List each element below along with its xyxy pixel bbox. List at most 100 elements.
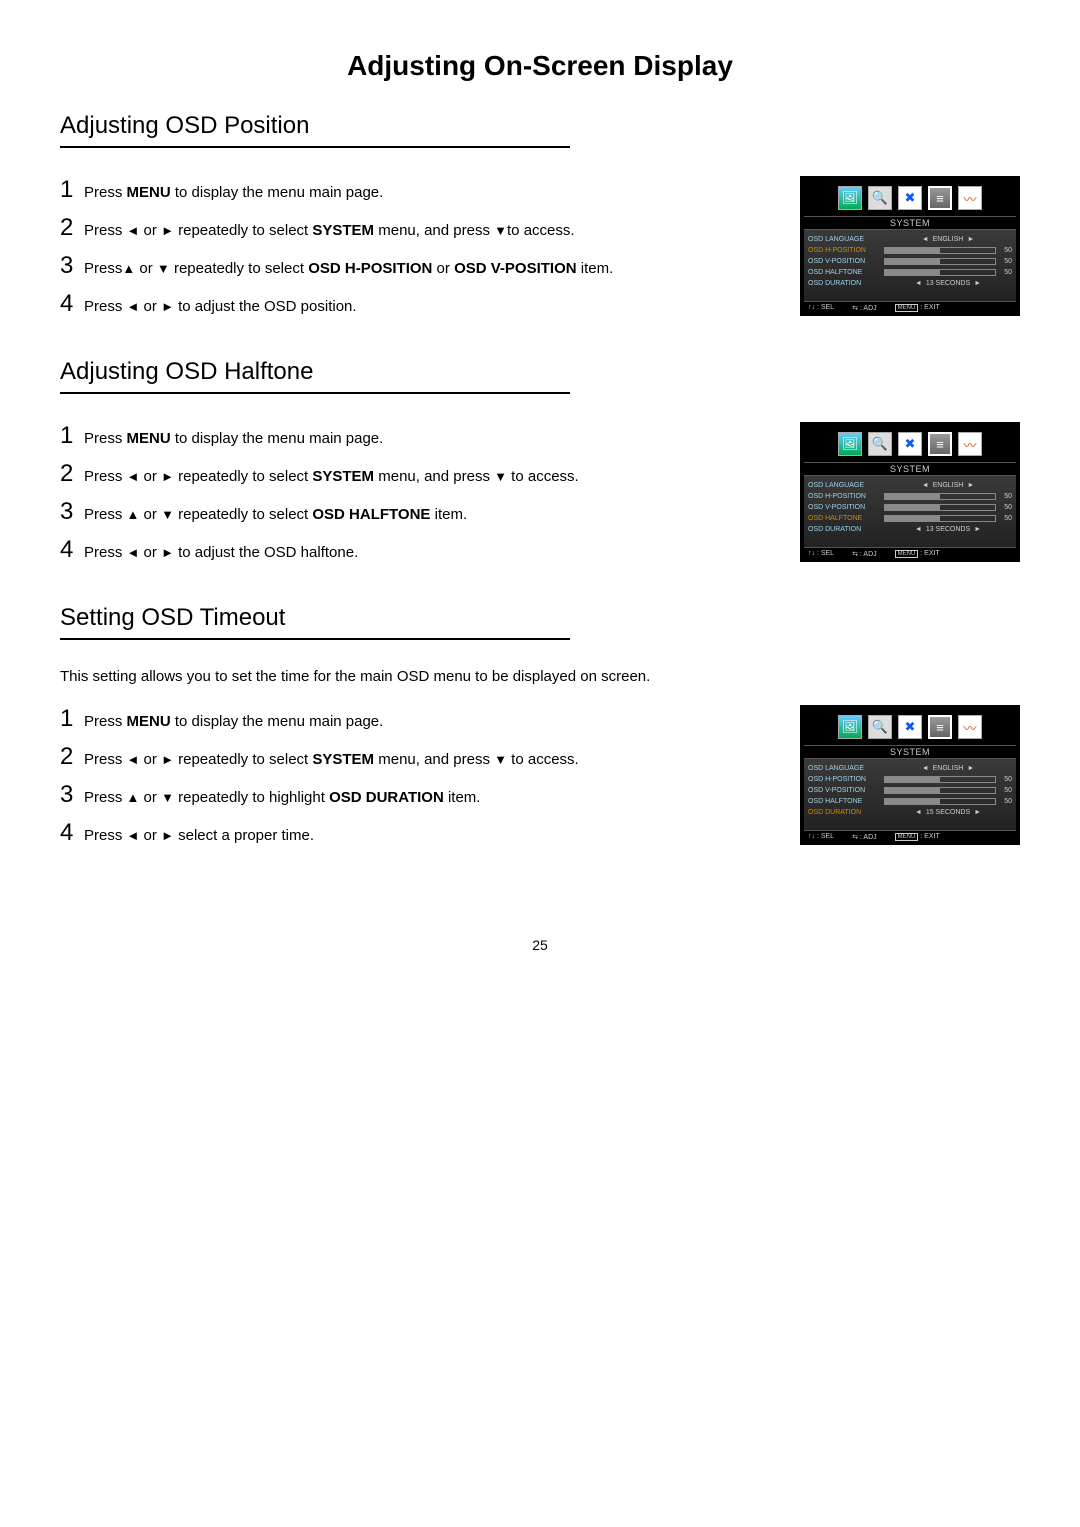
- step-text: Press ◄ or ► repeatedly to select SYSTEM…: [84, 218, 575, 241]
- left-arrow-icon: ◄: [127, 544, 140, 562]
- system-icon: ≡: [928, 186, 952, 210]
- leftright-icon: ⇆: [852, 305, 858, 312]
- slider: [884, 247, 996, 254]
- step-number: 3: [60, 781, 84, 809]
- left-arrow-icon: ◄: [915, 280, 922, 287]
- step-text: Press ▲ or ▼ repeatedly to highlight OSD…: [84, 785, 480, 808]
- loupe-icon: 🔍: [868, 432, 892, 456]
- menu-key-icon: MENU: [895, 833, 919, 841]
- osd-row-label: OSD DURATION: [808, 809, 884, 816]
- left-arrow-icon: ◄: [922, 765, 929, 772]
- slider-value: 50: [998, 776, 1012, 783]
- step: 1 Press MENU to display the menu main pa…: [60, 176, 776, 204]
- steps-osd-halftone: 1 Press MENU to display the menu main pa…: [60, 422, 776, 574]
- osd-language-value: ◄ENGLISH►: [884, 236, 1012, 243]
- osd-title: SYSTEM: [804, 216, 1016, 230]
- osd-language-value: ◄ENGLISH►: [884, 482, 1012, 489]
- osd-row-label: OSD V-POSITION: [808, 258, 884, 265]
- left-arrow-icon: ◄: [915, 809, 922, 816]
- step-number: 1: [60, 176, 84, 204]
- leftright-icon: ⇆: [852, 834, 858, 841]
- step: 1 Press MENU to display the menu main pa…: [60, 422, 776, 450]
- slider-value: 50: [998, 515, 1012, 522]
- left-arrow-icon: ◄: [922, 482, 929, 489]
- osd-row-label: OSD LANGUAGE: [808, 765, 884, 772]
- left-arrow-icon: ◄: [127, 468, 140, 486]
- osd-row-label: OSD DURATION: [808, 526, 884, 533]
- left-arrow-icon: ◄: [127, 827, 140, 845]
- osd-title: SYSTEM: [804, 745, 1016, 759]
- right-arrow-icon: ►: [974, 526, 981, 533]
- osd-panel-timeout: 🖼 🔍 ✖ ≡ 〰 SYSTEM OSD LANGUAGE◄ENGLISH► O…: [800, 705, 1020, 845]
- osd-row-label: OSD V-POSITION: [808, 787, 884, 794]
- page-title: Adjusting On-Screen Display: [60, 50, 1020, 82]
- step-text: Press ◄ or ► repeatedly to select SYSTEM…: [84, 464, 579, 487]
- step: 4 Press ◄ or ► to adjust the OSD positio…: [60, 290, 776, 318]
- audio-icon: 〰: [958, 715, 982, 739]
- heading-osd-halftone: Adjusting OSD Halftone: [60, 358, 1020, 386]
- left-arrow-icon: ◄: [915, 526, 922, 533]
- osd-footer: ↑↓ : SEL ⇆ : ADJ MENU : EXIT: [804, 301, 1016, 312]
- step: 1 Press MENU to display the menu main pa…: [60, 705, 776, 733]
- osd-tab-icons: 🖼 🔍 ✖ ≡ 〰: [804, 426, 1016, 462]
- right-arrow-icon: ►: [161, 222, 174, 240]
- updown-icon: ↑↓: [808, 304, 815, 311]
- osd-row-label: OSD LANGUAGE: [808, 236, 884, 243]
- slider: [884, 787, 996, 794]
- step-number: 1: [60, 422, 84, 450]
- picture-icon: 🖼: [838, 186, 862, 210]
- down-arrow-icon: ▼: [161, 789, 174, 807]
- step-text: Press MENU to display the menu main page…: [84, 709, 383, 732]
- osd-row-label: OSD H-POSITION: [808, 247, 884, 254]
- step-text: Press ◄ or ► to adjust the OSD position.: [84, 294, 357, 317]
- right-arrow-icon: ►: [161, 468, 174, 486]
- right-arrow-icon: ►: [974, 809, 981, 816]
- osd-title: SYSTEM: [804, 462, 1016, 476]
- slider: [884, 504, 996, 511]
- heading-osd-timeout: Setting OSD Timeout: [60, 604, 1020, 632]
- right-arrow-icon: ►: [161, 298, 174, 316]
- down-arrow-icon: ▼: [161, 506, 174, 524]
- osd-duration-value: ◄13 SECONDS►: [884, 526, 1012, 533]
- heading-osd-position: Adjusting OSD Position: [60, 112, 1020, 140]
- step-number: 2: [60, 460, 84, 488]
- osd-footer: ↑↓ : SEL ⇆ : ADJ MENU : EXIT: [804, 830, 1016, 841]
- heading-rule: [60, 638, 570, 640]
- steps-osd-position: 1 Press MENU to display the menu main pa…: [60, 176, 776, 328]
- step: 4 Press ◄ or ► to adjust the OSD halfton…: [60, 536, 776, 564]
- osd-panel-halftone: 🖼 🔍 ✖ ≡ 〰 SYSTEM OSD LANGUAGE◄ENGLISH► O…: [800, 422, 1020, 562]
- slider: [884, 258, 996, 265]
- step-number: 2: [60, 214, 84, 242]
- updown-icon: ↑↓: [808, 833, 815, 840]
- up-arrow-icon: ▲: [127, 789, 140, 807]
- step-text: Press MENU to display the menu main page…: [84, 426, 383, 449]
- osd-row-label: OSD DURATION: [808, 280, 884, 287]
- tools-icon: ✖: [898, 432, 922, 456]
- down-arrow-icon: ▼: [494, 751, 507, 769]
- heading-rule: [60, 146, 570, 148]
- slider: [884, 798, 996, 805]
- right-arrow-icon: ►: [967, 236, 974, 243]
- left-arrow-icon: ◄: [922, 236, 929, 243]
- up-arrow-icon: ▲: [122, 260, 135, 278]
- down-arrow-icon: ▼: [494, 222, 507, 240]
- osd-row-label: OSD H-POSITION: [808, 493, 884, 500]
- osd-tab-icons: 🖼 🔍 ✖ ≡ 〰: [804, 709, 1016, 745]
- step: 3 Press ▲ or ▼ repeatedly to select OSD …: [60, 498, 776, 526]
- step-text: Press▲ or ▼ repeatedly to select OSD H-P…: [84, 256, 613, 279]
- menu-key-icon: MENU: [895, 550, 919, 558]
- slider-value: 50: [998, 493, 1012, 500]
- step-text: Press ◄ or ► select a proper time.: [84, 823, 314, 846]
- right-arrow-icon: ►: [161, 751, 174, 769]
- audio-icon: 〰: [958, 432, 982, 456]
- slider-value: 50: [998, 787, 1012, 794]
- osd-language-value: ◄ENGLISH►: [884, 765, 1012, 772]
- down-arrow-icon: ▼: [157, 260, 170, 278]
- slider-value: 50: [998, 269, 1012, 276]
- step: 2 Press ◄ or ► repeatedly to select SYST…: [60, 460, 776, 488]
- system-icon: ≡: [928, 432, 952, 456]
- right-arrow-icon: ►: [974, 280, 981, 287]
- osd-footer: ↑↓ : SEL ⇆ : ADJ MENU : EXIT: [804, 547, 1016, 558]
- osd-row-label: OSD HALFTONE: [808, 515, 884, 522]
- slider-value: 50: [998, 504, 1012, 511]
